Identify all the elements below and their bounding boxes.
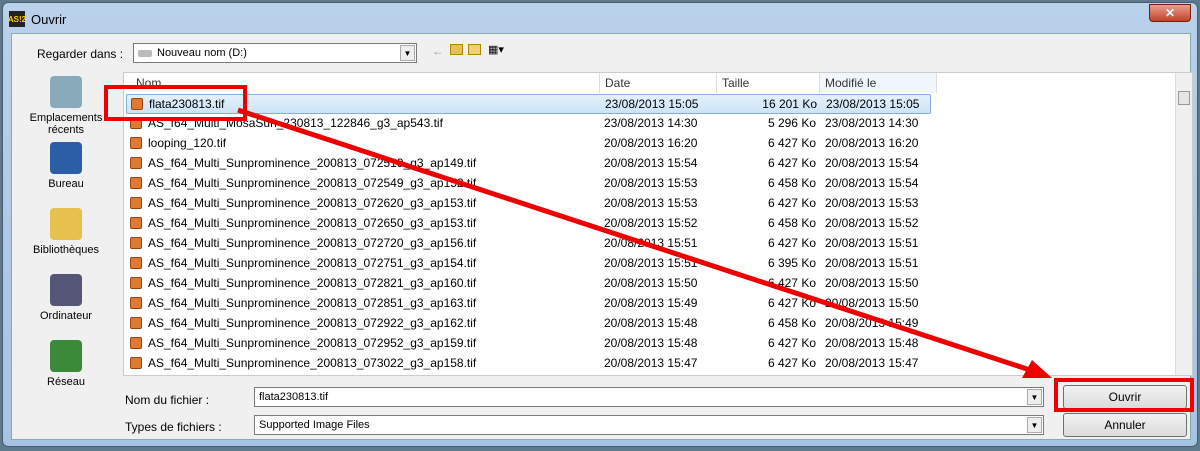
annotation-arrow	[237, 107, 1052, 378]
